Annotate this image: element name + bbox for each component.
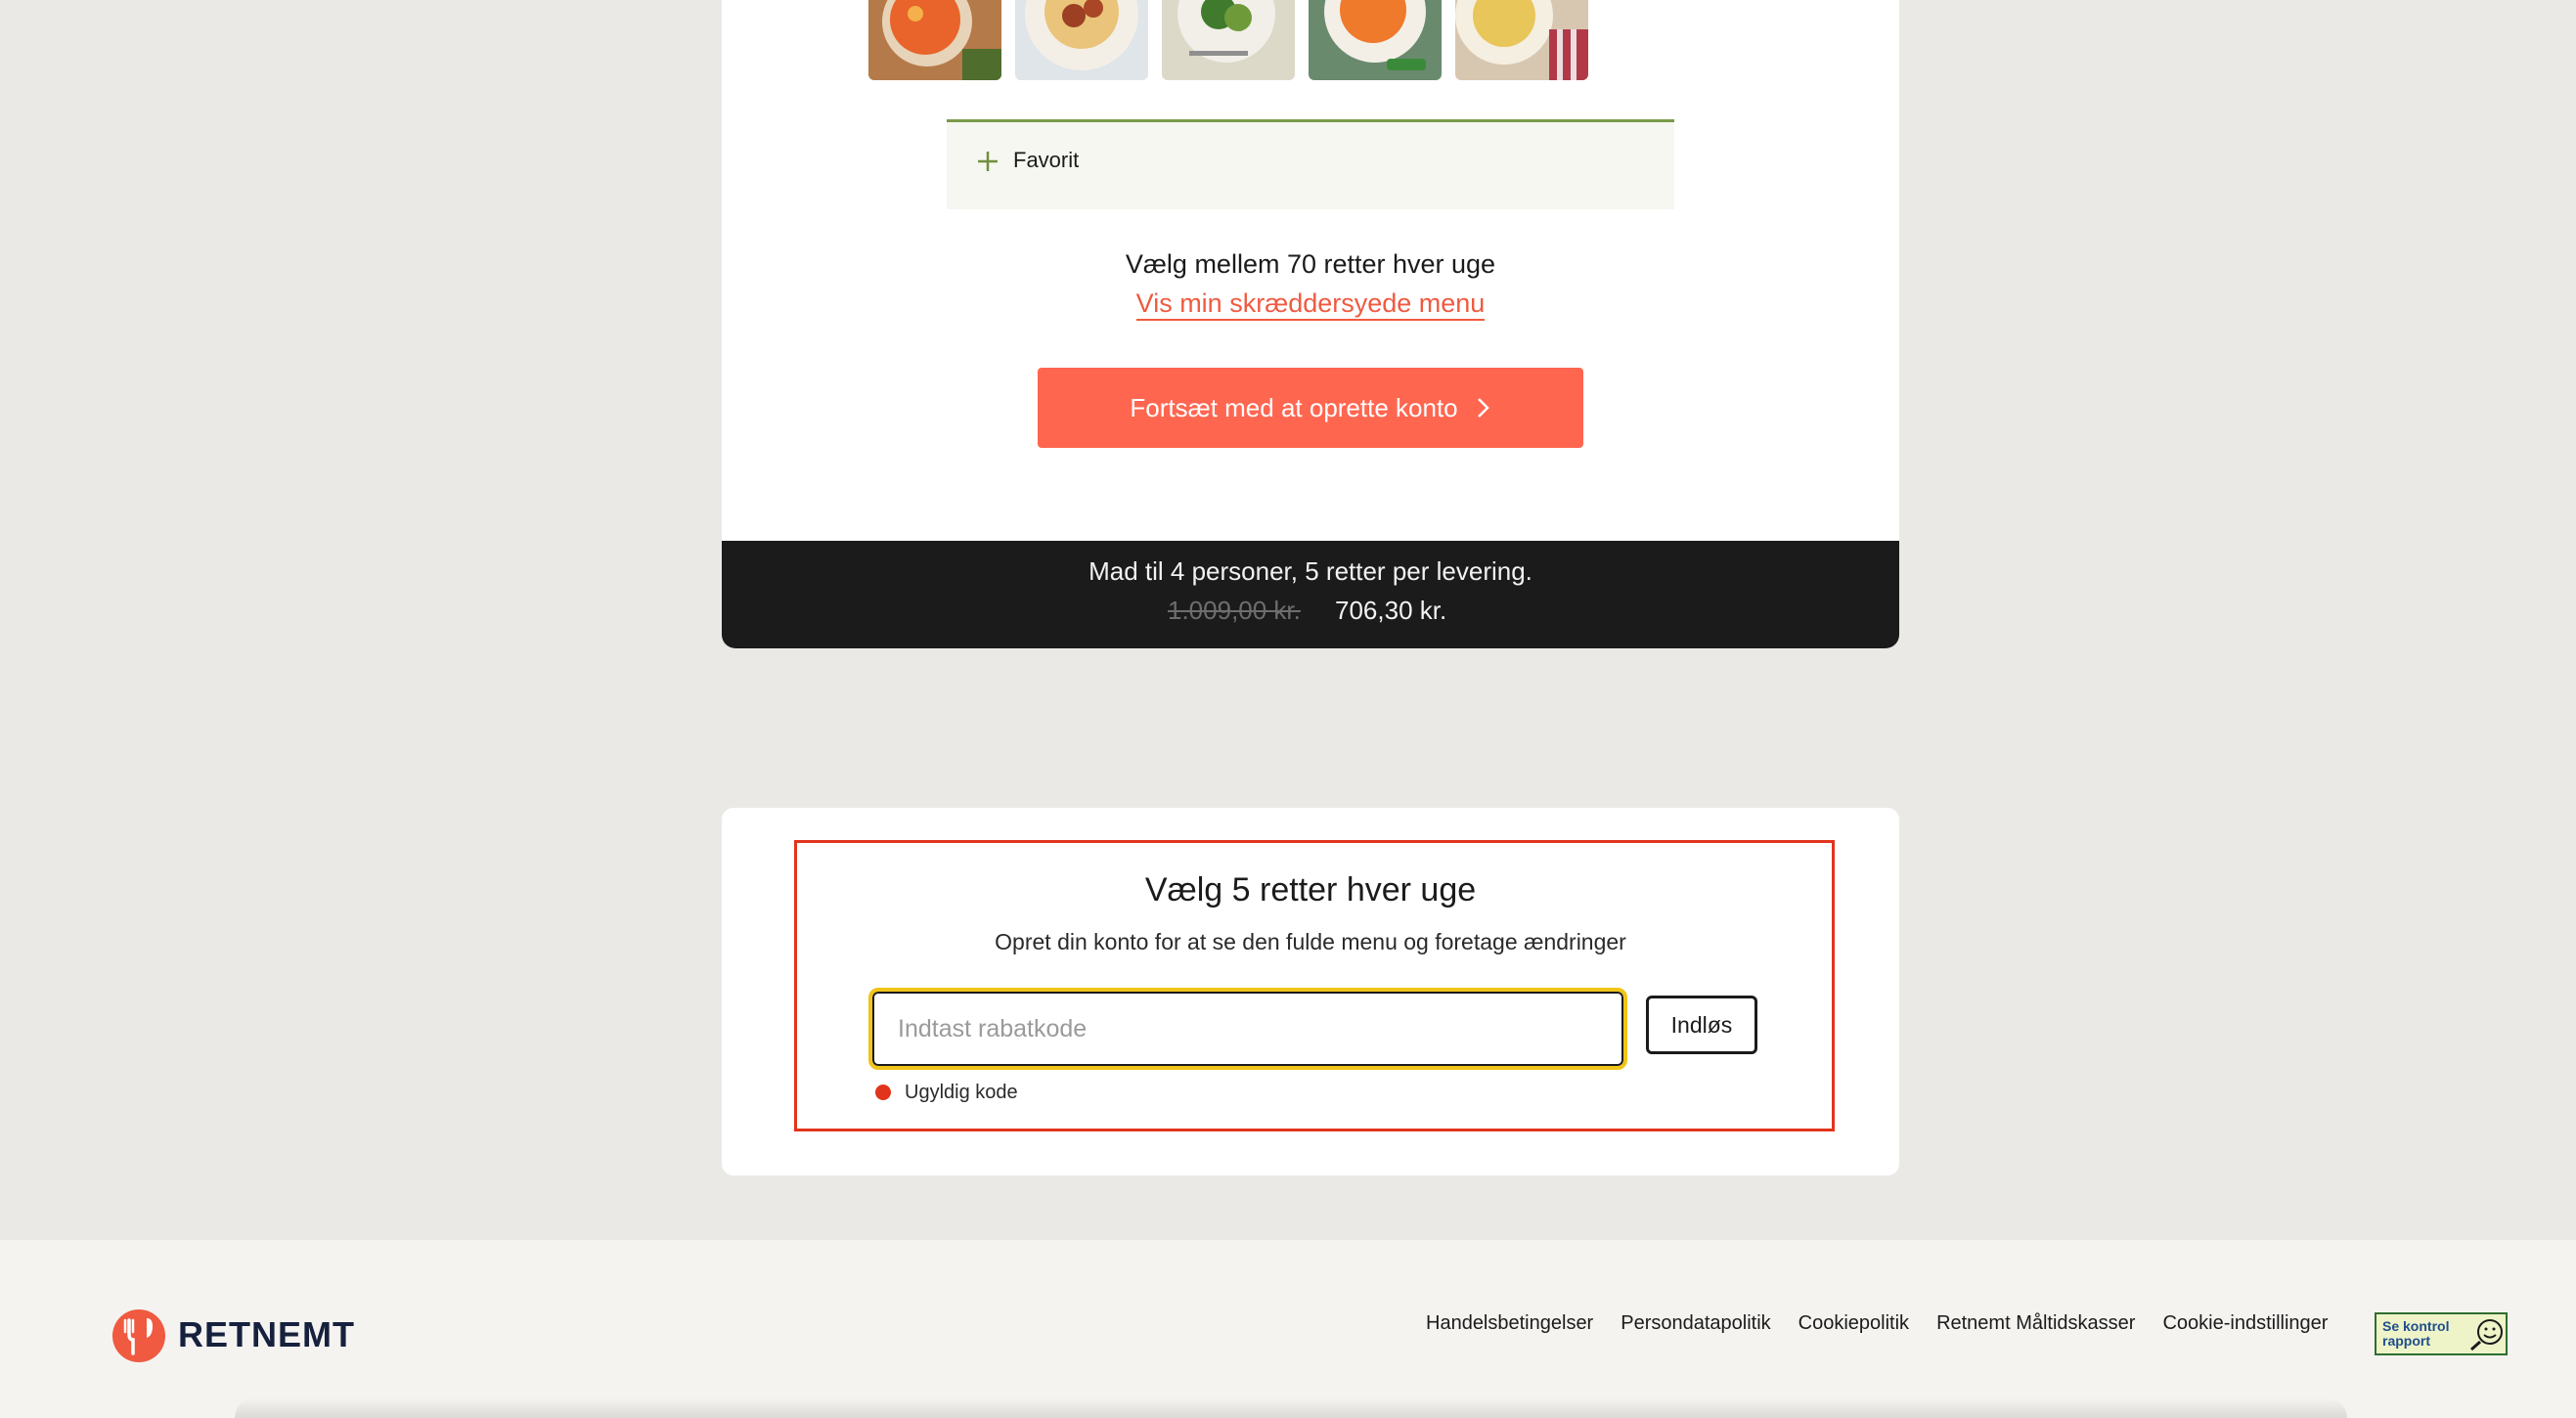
error-dot-icon bbox=[875, 1085, 891, 1100]
dish-thumbnail[interactable] bbox=[1162, 0, 1295, 80]
favorite-label: Favorit bbox=[1013, 148, 1080, 172]
footer-bottom-strip bbox=[235, 1398, 2347, 1418]
dish-photo-pasta-chicken bbox=[1455, 0, 1588, 80]
privacy-policy-link[interactable]: Persondatapolitik bbox=[1621, 1312, 1770, 1335]
favorite-toggle[interactable]: Favorit bbox=[947, 119, 1674, 209]
dish-photo-broccoli-plate bbox=[1162, 0, 1295, 80]
order-summary-text: Mad til 4 personer, 5 retter per leverin… bbox=[1088, 556, 1532, 586]
food-control-report-badge[interactable]: Se kontrol rapport bbox=[2375, 1312, 2508, 1355]
meal-boxes-link[interactable]: Retnemt Måltidskasser bbox=[1936, 1312, 2135, 1335]
dish-photo-carrot-dish bbox=[1309, 0, 1442, 80]
plus-icon bbox=[978, 152, 998, 171]
code-card-title: Vælg 5 retter hver uge bbox=[1144, 871, 1477, 908]
order-summary-bar: Mad til 4 personer, 5 retter per leverin… bbox=[722, 541, 1899, 648]
tailored-menu-link[interactable]: Vis min skræddersyede menu bbox=[1135, 288, 1486, 321]
dish-photo-pasta-bake bbox=[868, 0, 1001, 80]
control-report-label: Se kontrol rapport bbox=[2382, 1318, 2450, 1349]
chevron-right-icon bbox=[1477, 398, 1489, 418]
code-card-subtitle: Opret din konto for at se den fulde menu… bbox=[995, 929, 1626, 954]
dish-photo-meatballs bbox=[1015, 0, 1148, 80]
tailored-menu-link-row: Vis min skræddersyede menu bbox=[722, 288, 1899, 321]
continue-create-account-button[interactable]: Fortsæt med at oprette konto bbox=[1038, 368, 1583, 448]
terms-link[interactable]: Handelsbetingelser bbox=[1426, 1312, 1593, 1335]
original-price: 1.009,00 kr. bbox=[1168, 596, 1301, 625]
discounted-price: 706,30 kr. bbox=[1335, 596, 1447, 625]
dish-thumbnail[interactable] bbox=[868, 0, 1001, 80]
discount-code-card: Vælg 5 retter hver uge Opret din konto f… bbox=[722, 808, 1899, 1175]
cookie-policy-link[interactable]: Cookiepolitik bbox=[1799, 1312, 1909, 1335]
continue-button-label: Fortsæt med at oprette konto bbox=[1130, 392, 1458, 422]
discount-code-input[interactable] bbox=[868, 988, 1627, 1070]
footer: RETNEMT Handelsbetingelser Persondatapol… bbox=[0, 1240, 2576, 1418]
footer-links: Handelsbetingelser Persondatapolitik Coo… bbox=[1426, 1312, 2328, 1335]
choose-dishes-text: Vælg mellem 70 retter hver uge bbox=[1125, 249, 1496, 279]
cookie-settings-link[interactable]: Cookie-indstillinger bbox=[2162, 1312, 2328, 1335]
redeem-button[interactable]: Indløs bbox=[1646, 996, 1757, 1054]
smiley-magnifier-icon bbox=[2470, 1319, 2503, 1352]
retnemt-logo-text: RETNEMT bbox=[178, 1314, 355, 1354]
dish-thumbnail[interactable] bbox=[1309, 0, 1442, 80]
retnemt-logo-icon[interactable] bbox=[111, 1308, 166, 1363]
meal-card: Favorit Vælg mellem 70 retter hver uge V… bbox=[722, 0, 1899, 648]
dish-thumbnail[interactable] bbox=[1455, 0, 1588, 80]
invalid-code-message: Ugyldig kode bbox=[905, 1082, 1018, 1103]
dish-thumbnail[interactable] bbox=[1015, 0, 1148, 80]
